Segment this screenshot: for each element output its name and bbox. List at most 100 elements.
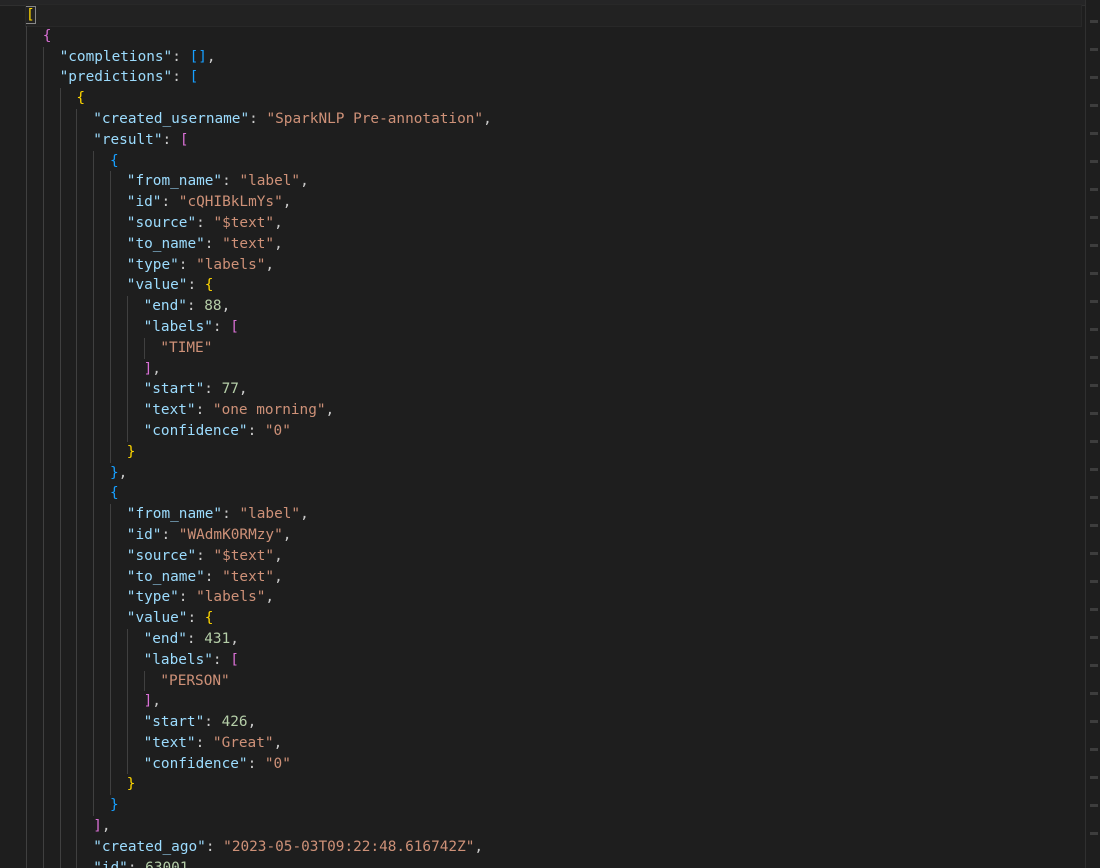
code-token: , [221,298,231,315]
code-line[interactable]: "confidence": "0" [26,420,1081,442]
indent-guide [42,88,44,109]
code-line-content: "value": { [127,610,214,626]
code-line[interactable]: "source": "$text", [26,212,1081,234]
code-line[interactable]: "confidence": "0" [26,753,1081,775]
code-line[interactable]: "to_name": "text", [26,566,1081,588]
code-line[interactable]: "PERSON" [26,670,1081,692]
code-token: "labels" [196,589,266,606]
code-token: "TIME" [160,339,213,356]
code-line[interactable]: "created_username": "SparkNLP Pre-annota… [26,108,1081,130]
indent-guide [59,753,61,775]
code-token: "from_name" [126,506,223,523]
code-token: : [249,110,267,127]
indent-guide [76,732,78,754]
code-line[interactable]: "value": { [26,608,1081,629]
code-editor[interactable]: [{"completions": [], "predictions": [{"cr… [0,0,1100,868]
code-token: , [206,48,216,65]
indent-guide [76,192,78,213]
code-line[interactable]: "from_name": "label", [26,171,1081,193]
code-line[interactable]: } [26,774,1081,796]
code-token: : [204,235,223,252]
indent-guide [59,483,61,505]
code-line-content: "id": "WAdmK0RMzy", [127,527,292,543]
indent-guide [110,545,111,567]
code-line[interactable]: "value": { [26,275,1081,297]
code-line[interactable]: "source": "$text", [26,545,1081,567]
code-line[interactable]: "type": "labels", [26,587,1081,609]
indent-guide [59,420,61,442]
code-line[interactable]: ], [26,816,1081,837]
code-token: { [110,485,119,502]
indent-guide [59,670,61,692]
code-line[interactable]: { [26,483,1081,505]
code-line[interactable]: } [26,441,1081,463]
code-line[interactable]: "end": 431, [26,628,1081,650]
indent-guide [26,774,27,796]
indent-guide [76,400,78,421]
indent-guide [110,420,111,442]
code-token: "WAdmK0RMzy" [178,526,283,543]
code-line[interactable]: "completions": [], [26,46,1081,68]
indent-guide [59,836,61,858]
indent-guide [42,46,44,68]
code-token: { [110,152,119,169]
code-area[interactable]: [{"completions": [], "predictions": [{"cr… [25,4,1082,868]
code-token: { [76,90,86,107]
code-token: , [274,547,283,564]
code-line[interactable]: "id": "WAdmK0RMzy", [26,524,1081,546]
code-line-content: "type": "labels", [127,257,274,273]
code-token: , [273,734,283,751]
code-line[interactable]: "id": 63001 [26,857,1081,868]
code-line[interactable]: "from_name": "label", [26,504,1081,525]
code-line[interactable]: }, [26,462,1081,484]
code-token: "2023-05-03T09:22:48.616742Z" [223,838,475,855]
indent-guide [93,483,95,505]
code-line[interactable]: [ [25,4,1082,27]
code-token: , [300,506,309,523]
code-line[interactable]: "id": "cQHIBkLmYs", [26,192,1081,213]
indent-guide [42,212,44,234]
code-line[interactable]: "created_ago": "2023-05-03T09:22:48.6167… [26,836,1081,858]
code-line[interactable]: ], [26,358,1081,380]
code-line[interactable]: "result": [ [26,129,1081,151]
indent-guide [110,732,111,754]
code-line[interactable]: "type": "labels", [26,254,1081,276]
code-line[interactable]: "end": 88, [26,296,1081,317]
code-line[interactable]: "to_name": "text", [26,233,1081,255]
code-token: "result" [93,131,163,148]
code-line[interactable]: { [26,25,1081,47]
code-line[interactable]: "text": "one morning", [26,400,1081,421]
indent-guide [59,171,61,193]
code-line[interactable]: } [26,795,1081,817]
code-line[interactable]: ], [26,691,1081,713]
code-token: "$text" [213,547,275,564]
code-token: [ [25,6,36,24]
indent-guide [42,587,44,609]
code-token: : [187,610,205,627]
code-line[interactable]: "predictions": [ [26,67,1081,89]
code-line[interactable]: "labels": [ [26,649,1081,671]
code-line[interactable]: "start": 77, [26,379,1081,401]
vertical-scrollbar[interactable] [1085,0,1100,868]
code-line[interactable]: { [26,150,1081,172]
indent-guide [76,296,78,317]
code-line[interactable]: "TIME" [26,337,1081,359]
indent-guide [42,545,44,567]
code-token: "confidence" [143,422,248,439]
code-line[interactable]: "labels": [ [26,316,1081,338]
indent-guide [93,753,95,775]
code-token: , [265,589,275,606]
indent-guide [59,212,61,234]
indent-guide [110,670,111,692]
indent-guide [93,670,95,692]
minimap-mark [1090,412,1098,415]
indent-guide [110,441,111,463]
indent-guide [59,816,61,837]
code-line[interactable]: "start": 426, [26,712,1081,733]
code-token: , [152,360,161,377]
code-token: , [238,381,248,398]
code-line[interactable]: "text": "Great", [26,732,1081,754]
code-line[interactable]: { [26,88,1081,109]
code-token: : [172,48,190,65]
indent-guide [42,795,44,817]
